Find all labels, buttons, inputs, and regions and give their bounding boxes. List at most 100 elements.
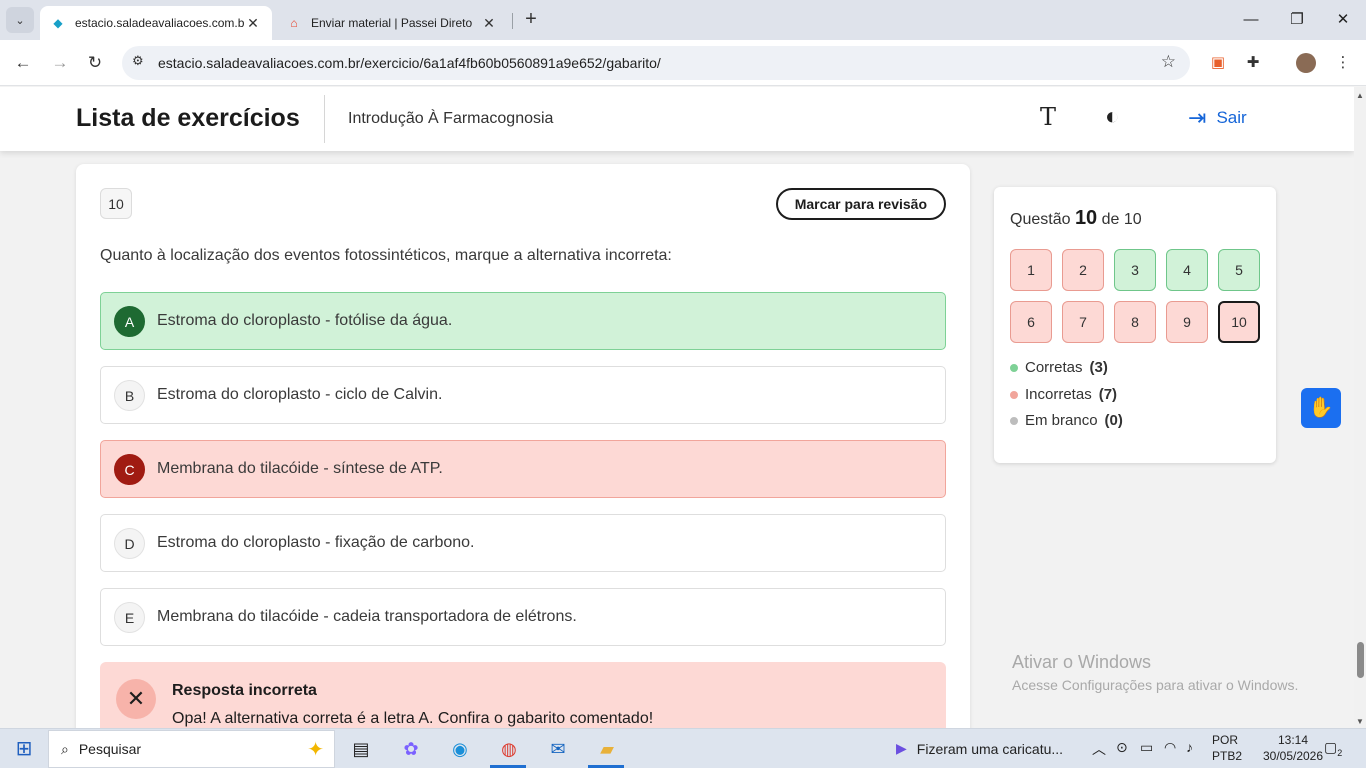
progress-suffix: de 10 <box>1101 211 1142 228</box>
restore-icon[interactable]: ❐ <box>1274 8 1320 32</box>
contrast-icon[interactable]: ◐ <box>1105 103 1120 131</box>
clock[interactable]: 13:14 30/05/2026 <box>1262 732 1324 764</box>
puzzle-icon[interactable]: ✚ <box>1242 53 1264 75</box>
scroll-down-icon[interactable]: ▼ <box>1356 717 1364 726</box>
font-size-icon[interactable]: T <box>1040 103 1056 131</box>
chrome-icon[interactable]: ◍ <box>496 737 522 761</box>
option-c[interactable]: C Membrana do tilacóide - síntese de ATP… <box>100 440 946 498</box>
reload-icon[interactable]: ↻ <box>83 51 107 75</box>
news-text: Fizeram uma caricatu... <box>916 740 1064 757</box>
option-a[interactable]: A Estroma do cloroplasto - fotólise da á… <box>100 292 946 350</box>
edge-icon[interactable]: ◉ <box>447 737 473 761</box>
option-d[interactable]: D Estroma do cloroplasto - fixação de ca… <box>100 514 946 572</box>
file-explorer-icon[interactable]: ▰ <box>594 737 620 761</box>
language-indicator[interactable]: POR PTB2 <box>1212 732 1242 764</box>
clock-time: 13:14 <box>1277 733 1309 747</box>
legend-incorrect: Incorretas (7) <box>1010 386 1117 403</box>
mark-for-review-button[interactable]: Marcar para revisão <box>775 188 946 220</box>
scroll-up-icon[interactable]: ▲ <box>1356 91 1364 100</box>
nav-question-5[interactable]: 5 <box>1218 249 1260 291</box>
question-text: Quanto à localização dos eventos fotossi… <box>100 247 672 264</box>
lang-code: POR <box>1212 733 1239 747</box>
legend-count: (0) <box>1104 412 1123 429</box>
option-e[interactable]: E Membrana do tilacóide - cadeia transpo… <box>100 588 946 646</box>
menu-dots-icon[interactable]: ⋮ <box>1332 53 1354 75</box>
course-name: Introdução À Farmacognosia <box>348 110 554 127</box>
legend-dot <box>1010 363 1018 372</box>
close-tab-icon[interactable]: ✕ <box>480 15 498 32</box>
legend-count: (3) <box>1089 359 1108 376</box>
feedback-message: Opa! A alternativa correta é a letra A. … <box>172 710 654 727</box>
legend-dot <box>1010 416 1018 425</box>
header-divider <box>324 95 325 143</box>
keyboard-layout: PTB2 <box>1212 749 1243 763</box>
logout-button[interactable]: ⇥ Sair <box>1188 105 1247 131</box>
browser-tab-bar: ⌄ ◆ estacio.saladeavaliacoes.com.br ✕ ⌂ … <box>0 0 1366 40</box>
forward-icon[interactable]: → <box>48 51 72 75</box>
nav-question-4[interactable]: 4 <box>1166 249 1208 291</box>
search-label: Pesquisar <box>78 741 142 757</box>
extension-icon[interactable]: ▣ <box>1207 53 1229 75</box>
nav-question-6[interactable]: 6 <box>1010 301 1052 343</box>
tab-list-chevron-icon[interactable]: ⌄ <box>6 7 34 33</box>
option-text: Membrana do tilacóide - cadeia transport… <box>157 608 577 625</box>
taskbar-search[interactable]: ⌕ Pesquisar ✦ <box>48 730 335 768</box>
close-window-icon[interactable]: ✕ <box>1320 8 1366 32</box>
windows-start-icon[interactable]: ⊞ <box>11 737 37 761</box>
legend-label: Corretas <box>1025 359 1083 376</box>
feedback-panel: ✕ Resposta incorreta Opa! A alternativa … <box>100 662 946 728</box>
back-icon[interactable]: ← <box>11 51 35 75</box>
tray-app-icon[interactable]: ⊙ <box>1116 739 1128 756</box>
tab-estacio[interactable]: ◆ estacio.saladeavaliacoes.com.br ✕ <box>40 6 272 40</box>
notifications-icon[interactable]: ▢2 <box>1324 739 1342 758</box>
progress-prefix: Questão <box>1010 211 1071 228</box>
address-bar[interactable]: ⚙ estacio.saladeavaliacoes.com.br/exerci… <box>122 46 1190 80</box>
feedback-title: Resposta incorreta <box>172 682 317 699</box>
copilot-icon[interactable]: ✿ <box>398 737 424 761</box>
nav-question-8[interactable]: 8 <box>1114 301 1156 343</box>
option-text: Estroma do cloroplasto - ciclo de Calvin… <box>157 386 443 403</box>
clock-date: 30/05/2026 <box>1262 749 1324 763</box>
nav-question-7[interactable]: 7 <box>1062 301 1104 343</box>
mail-icon[interactable]: ✉ <box>545 737 571 761</box>
notification-count: 2 <box>1337 747 1343 758</box>
site-info-icon[interactable]: ⚙ <box>132 53 144 69</box>
tab-passei-direto[interactable]: ⌂ Enviar material | Passei Direto ✕ <box>276 6 508 40</box>
profile-avatar[interactable] <box>1296 53 1316 73</box>
option-letter: D <box>114 528 145 559</box>
tab-separator <box>512 13 513 29</box>
volume-icon[interactable]: ♪ <box>1186 739 1193 755</box>
nav-question-9[interactable]: 9 <box>1166 301 1208 343</box>
legend-label: Incorretas <box>1025 386 1092 403</box>
option-text: Estroma do cloroplasto - fixação de carb… <box>157 534 475 551</box>
sign-language-icon[interactable]: ✋ <box>1301 388 1341 428</box>
nav-question-10[interactable]: 10 <box>1218 301 1260 343</box>
page-content: Lista de exercícios Introdução À Farmaco… <box>0 87 1354 728</box>
tray-device-icon[interactable]: ▭ <box>1140 739 1153 756</box>
tray-chevron-icon[interactable]: ︿ <box>1092 739 1106 759</box>
search-icon: ⌕ <box>61 740 69 757</box>
site-header: Lista de exercícios Introdução À Farmaco… <box>0 87 1354 151</box>
nav-question-1[interactable]: 1 <box>1010 249 1052 291</box>
minimize-icon[interactable]: — <box>1228 8 1274 32</box>
url-text[interactable]: estacio.saladeavaliacoes.com.br/exercici… <box>158 55 661 71</box>
option-text: Membrana do tilacóide - síntese de ATP. <box>157 460 443 477</box>
question-number-badge: 10 <box>100 188 132 219</box>
scrollbar-thumb[interactable] <box>1357 642 1364 678</box>
option-text: Estroma do cloroplasto - fotólise da águ… <box>157 312 453 329</box>
option-b[interactable]: B Estroma do cloroplasto - ciclo de Calv… <box>100 366 946 424</box>
task-view-icon[interactable]: ▤ <box>348 737 374 761</box>
nav-question-3[interactable]: 3 <box>1114 249 1156 291</box>
legend-dot <box>1010 390 1018 399</box>
legend-count: (7) <box>1098 386 1118 403</box>
nav-question-2[interactable]: 2 <box>1062 249 1104 291</box>
bookmark-star-icon[interactable]: ☆ <box>1161 52 1176 72</box>
close-tab-icon[interactable]: ✕ <box>244 15 262 32</box>
close-icon: ✕ <box>116 679 156 719</box>
page-scrollbar[interactable]: ▲ ▼ <box>1354 87 1366 728</box>
news-widget[interactable]: ▶ Fizeram uma caricatu... <box>896 740 1063 757</box>
wifi-icon[interactable]: ◠ <box>1164 739 1176 756</box>
question-card: 10 Marcar para revisão Quanto à localiza… <box>76 164 970 728</box>
new-tab-icon[interactable]: + <box>520 8 542 32</box>
tab-title: estacio.saladeavaliacoes.com.br <box>75 16 244 30</box>
